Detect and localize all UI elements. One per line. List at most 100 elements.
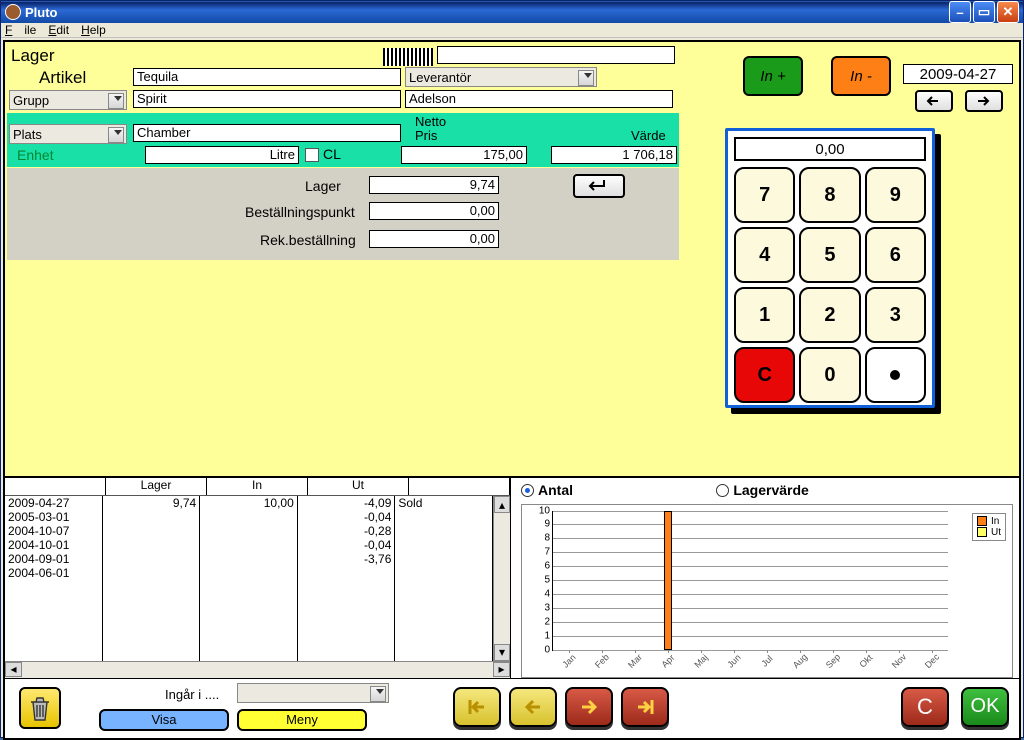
nav-next-button[interactable] (565, 687, 613, 727)
menu-file[interactable]: File (5, 23, 36, 37)
th-ut: Ut (308, 478, 409, 495)
nav-first-button[interactable] (453, 687, 501, 727)
meny-button[interactable]: Meny (237, 709, 367, 731)
keypad-8-button[interactable]: 8 (799, 167, 860, 223)
artikel-field[interactable]: Tequila (133, 68, 401, 86)
legend-item: Ut (977, 527, 1001, 538)
barcode-input[interactable] (437, 46, 675, 64)
enhet-label: Enhet (17, 147, 54, 163)
app-icon (5, 4, 21, 20)
enter-button[interactable] (573, 174, 625, 198)
chart-panel: Antal Lagervärde 012345678910JanFebMarAp… (511, 478, 1019, 678)
leverantor-combo[interactable]: Leverantör (405, 67, 597, 87)
bestpunkt-label: Beställningspunkt (245, 204, 355, 220)
ingar-combo[interactable] (237, 683, 389, 703)
rekbest-field[interactable]: 0,00 (369, 230, 499, 248)
date-display: 2009-04-27 (903, 64, 1013, 84)
history-table: Lager In Ut 2009-04-272005-03-012004-10-… (5, 478, 511, 678)
table-header: Lager In Ut (5, 478, 510, 496)
table-vscroll[interactable]: ▴ ▾ (493, 496, 510, 661)
arrow-right-icon (974, 95, 994, 107)
lager-label: Lager (305, 178, 341, 194)
table-cell: 2004-06-01 (8, 566, 99, 580)
keypad-c-button[interactable]: C (734, 347, 795, 403)
keypad-0-button[interactable]: 0 (799, 347, 860, 403)
table-cell: Sold (398, 496, 489, 510)
nav-last-button[interactable] (621, 687, 669, 727)
table-cell: -0,04 (301, 538, 392, 552)
table-cell: 2009-04-27 (8, 496, 99, 510)
keypad-display: 0,00 (734, 137, 926, 161)
arrow-left-icon (924, 95, 944, 107)
scroll-up-icon[interactable]: ▴ (494, 496, 510, 513)
chart: 012345678910JanFebMarAprMajJunJulAugSepO… (521, 504, 1013, 678)
leverantor-combo-text: Leverantör (409, 70, 471, 85)
page-title: Lager (11, 46, 54, 66)
grupp-combo[interactable]: Grupp (9, 90, 127, 110)
scroll-down-icon[interactable]: ▾ (494, 644, 510, 661)
pris-label: Pris (415, 128, 437, 143)
keypad-dot-button[interactable] (865, 347, 926, 403)
rekbest-label: Rek.beställning (260, 232, 356, 248)
date-next-button[interactable] (965, 90, 1003, 112)
window-title: Pluto (25, 5, 947, 20)
enhet-field[interactable]: Litre (145, 146, 299, 164)
radio-antal[interactable]: Antal (521, 482, 573, 498)
radio-lagervarde[interactable]: Lagervärde (716, 482, 808, 498)
table-cell: 2004-10-07 (8, 524, 99, 538)
keypad-5-button[interactable]: 5 (799, 227, 860, 283)
table-hscroll[interactable]: ◂ ▸ (5, 661, 510, 678)
keypad-3-button[interactable]: 3 (865, 287, 926, 343)
ok-button[interactable]: OK (961, 687, 1009, 727)
client-area: Lager Artikel Tequila Leverantör Grupp S… (3, 40, 1021, 740)
th-note (409, 478, 510, 495)
plats-field[interactable]: Chamber (133, 124, 401, 142)
lager-field[interactable]: 9,74 (369, 176, 499, 194)
bestpunkt-field[interactable]: 0,00 (369, 202, 499, 220)
in-plus-button[interactable]: In + (743, 56, 803, 96)
keypad-4-button[interactable]: 4 (734, 227, 795, 283)
maximize-button[interactable]: ▭ (973, 1, 995, 23)
nav-prev-button[interactable] (509, 687, 557, 727)
pris-field[interactable]: 175,00 (401, 146, 527, 164)
table-cell: -0,04 (301, 510, 392, 524)
delete-button[interactable] (19, 687, 61, 729)
last-icon (632, 697, 658, 717)
cl-checkbox[interactable] (305, 148, 319, 162)
keypad-6-button[interactable]: 6 (865, 227, 926, 283)
table-cell: -3,76 (301, 552, 392, 566)
legend-item: In (977, 516, 1001, 527)
leverantor-field[interactable]: Adelson (405, 90, 673, 108)
chart-bar (664, 511, 672, 650)
menu-help[interactable]: Help (81, 23, 106, 37)
close-button[interactable]: ✕ (997, 1, 1019, 23)
table-cell: -0,28 (301, 524, 392, 538)
table-body[interactable]: 2009-04-272005-03-012004-10-072004-10-01… (5, 496, 493, 661)
plats-combo[interactable]: Plats (9, 124, 127, 144)
ingar-label: Ingår i .... (165, 687, 219, 702)
table-cell: 2005-03-01 (8, 510, 99, 524)
minimize-button[interactable]: – (949, 1, 971, 23)
varde-label: Värde (631, 128, 666, 143)
titlebar: Pluto – ▭ ✕ (1, 1, 1023, 23)
table-cell: 10,00 (203, 496, 294, 510)
scroll-right-icon[interactable]: ▸ (493, 662, 510, 677)
date-prev-button[interactable] (915, 90, 953, 112)
radio-dot-icon (521, 484, 534, 497)
visa-button[interactable]: Visa (99, 709, 229, 731)
trash-icon (28, 694, 52, 722)
keypad-2-button[interactable]: 2 (799, 287, 860, 343)
chart-legend: InUt (972, 513, 1006, 541)
grupp-field[interactable]: Spirit (133, 90, 401, 108)
th-date (5, 478, 106, 495)
cancel-button[interactable]: C (901, 687, 949, 727)
table-cell: 9,74 (106, 496, 197, 510)
keypad-1-button[interactable]: 1 (734, 287, 795, 343)
radio-dot-icon (716, 484, 729, 497)
scroll-left-icon[interactable]: ◂ (5, 662, 22, 677)
keypad-7-button[interactable]: 7 (734, 167, 795, 223)
in-minus-button[interactable]: In - (831, 56, 891, 96)
grupp-combo-text: Grupp (13, 93, 49, 108)
keypad-9-button[interactable]: 9 (865, 167, 926, 223)
menu-edit[interactable]: Edit (48, 23, 69, 37)
